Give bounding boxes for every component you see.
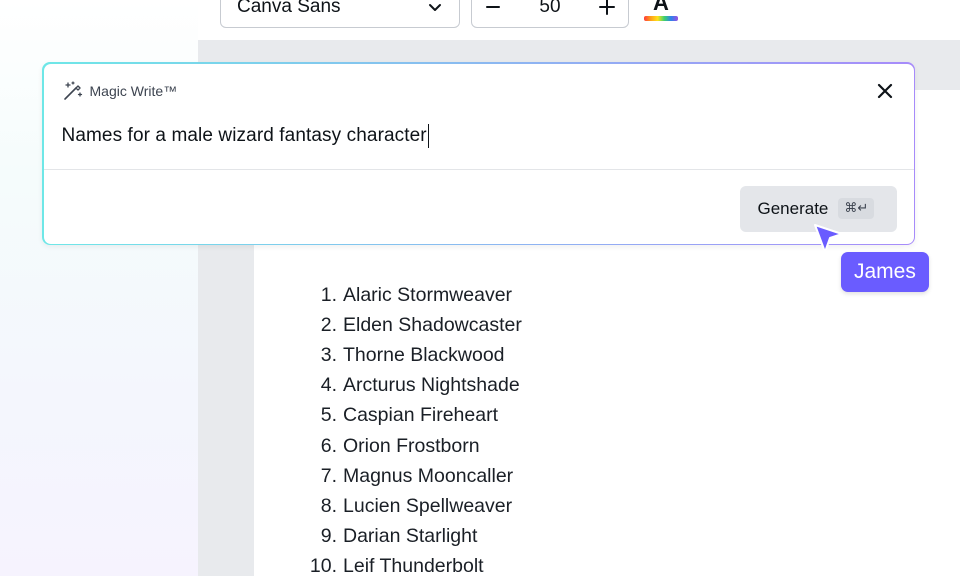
generated-names-list: 1. Alaric Stormweaver 2. Elden Shadowcaste… [300,280,720,576]
increase-font-size-button[interactable] [598,0,616,16]
font-family-value: Canva Sans [237,0,341,17]
cursor-arrow-icon [814,224,843,253]
list-item: 2. Elden Shadowcaster [320,313,522,336]
list-item: 1. Alaric Stormweaver [320,283,513,306]
text-caret [427,123,430,148]
plus-icon [599,0,615,15]
close-icon [877,83,892,98]
minus-icon [486,6,500,8]
magic-write-title: Magic Write™ [89,82,178,99]
list-item: 10. Leif Thunderbolt [309,555,484,576]
magic-wand-icon [63,80,82,100]
collaborator-name-tag: James [841,252,929,292]
divider [43,168,914,170]
magic-write-panel-body: Magic Write™ Names for a male wizard fan… [43,63,914,244]
font-size-stepper[interactable]: 50 [471,0,629,28]
list-item: 8. Lucien Spellweaver [320,494,513,517]
generate-label: Generate [757,198,829,218]
list-item: 7. Magnus Mooncaller [320,464,514,487]
color-gradient-bar [644,16,678,21]
list-item: 6. Orion Frostborn [320,434,480,457]
text-color-button[interactable]: A [643,0,679,24]
prompt-text: Names for a male wizard fantasy characte… [61,124,427,146]
list-item: 3. Thorne Blackwood [320,343,505,366]
font-size-value[interactable]: 50 [502,0,598,18]
keyboard-shortcut-badge: ⌘↵ [838,198,875,219]
list-item: 9. Darian Starlight [320,525,478,548]
text-color-letter: A [653,0,669,15]
decrease-font-size-button[interactable] [484,0,502,16]
list-item: 4. Arcturus Nightshade [320,374,520,397]
magic-write-header: Magic Write™ [62,80,178,102]
list-item: 5. Caspian Fireheart [320,404,498,427]
close-button[interactable] [874,80,896,102]
magic-write-panel: Magic Write™ Names for a male wizard fan… [42,62,915,245]
chevron-down-icon [429,4,441,11]
magic-write-prompt-input[interactable]: Names for a male wizard fantasy characte… [61,123,882,148]
font-family-dropdown[interactable]: Canva Sans [220,0,460,28]
